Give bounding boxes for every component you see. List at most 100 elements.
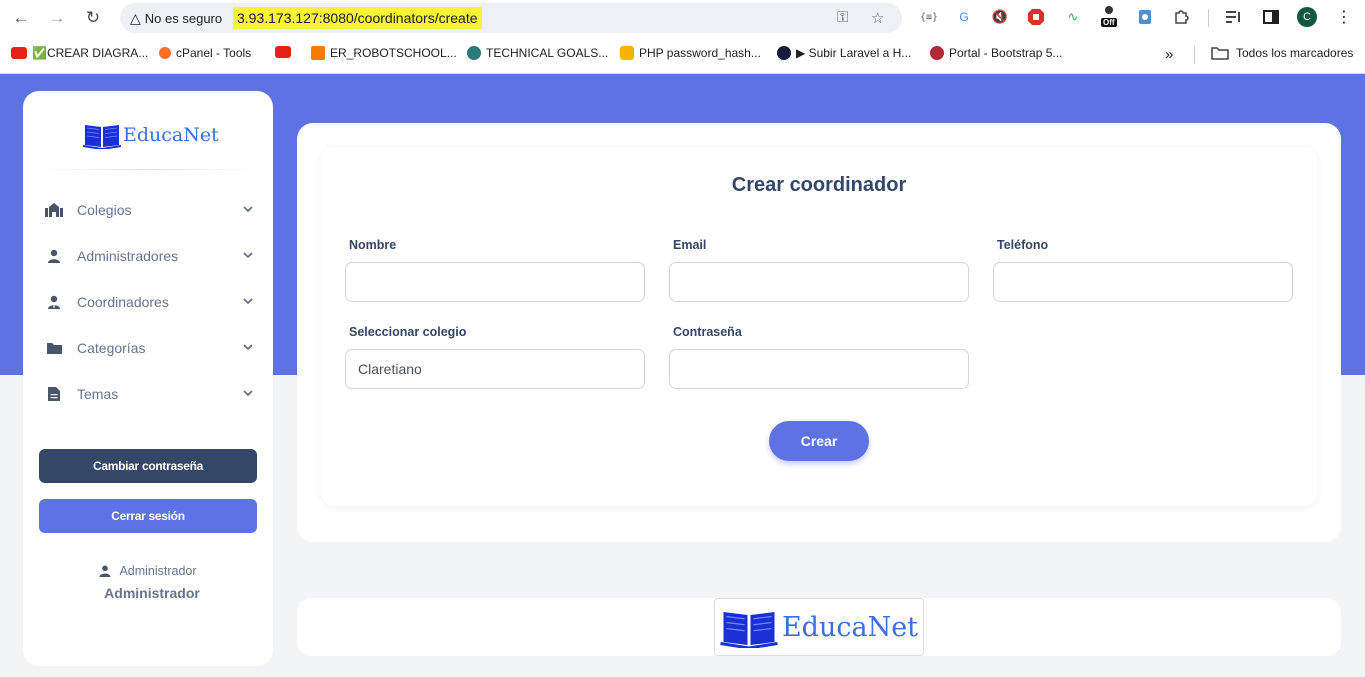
- more-bookmarks-icon[interactable]: »: [1165, 46, 1173, 63]
- password-input[interactable]: [669, 349, 969, 389]
- user-role-label: Administrador: [119, 564, 197, 578]
- open-book-icon: [720, 612, 778, 648]
- name-input[interactable]: [345, 262, 645, 302]
- sidebar-item-label: Administradores: [77, 248, 179, 264]
- folder-icon: [1211, 47, 1229, 60]
- all-bookmarks-label: Todos los marcadores: [1236, 46, 1354, 60]
- chevron-down-icon[interactable]: [241, 340, 255, 354]
- forward-icon[interactable]: →: [45, 6, 69, 30]
- bookmark-4[interactable]: TECHNICAL GOALS...: [467, 46, 608, 60]
- url-text[interactable]: 3.93.173.127:8080/coordinators/create: [233, 7, 482, 29]
- user-tie-icon: [45, 294, 63, 310]
- sidebar-item-label: Coordinadores: [77, 294, 169, 310]
- toolbar-divider: [1208, 9, 1209, 27]
- bookmark-7[interactable]: Portal - Bootstrap 5...: [930, 46, 1062, 60]
- sidebar: EducaNet Colegios Administradores Coordi…: [23, 91, 273, 666]
- reload-icon[interactable]: ↻: [81, 6, 105, 30]
- main-card: Crear coordinador Nombre Email Teléfono …: [297, 123, 1341, 542]
- folder-icon: [45, 340, 63, 356]
- bookmark-label: TECHNICAL GOALS...: [486, 46, 609, 60]
- phone-label: Teléfono: [997, 238, 1049, 252]
- security-indicator[interactable]: △ No es seguro: [130, 10, 222, 27]
- activity-extension-icon[interactable]: ∿: [1062, 6, 1084, 28]
- footer: EducaNet: [297, 598, 1341, 656]
- user-icon: [99, 565, 111, 577]
- back-icon[interactable]: ←: [9, 6, 33, 30]
- page-title: Crear coordinador: [731, 174, 907, 196]
- footer-logo: EducaNet: [714, 598, 924, 656]
- sidepanel-icon[interactable]: [1260, 6, 1282, 28]
- bookmark-3[interactable]: ER_ROBOTSCHOOL...: [311, 46, 457, 60]
- star-icon[interactable]: ☆: [871, 9, 884, 27]
- bookmark-label: cPanel - Tools: [176, 46, 252, 60]
- school-icon: [45, 202, 63, 218]
- warning-icon: △: [130, 10, 141, 26]
- change-password-button[interactable]: Cambiar contraseña: [39, 449, 257, 483]
- user-role: Administrador: [23, 564, 273, 578]
- chevron-down-icon[interactable]: [241, 294, 255, 308]
- bookmark-label: ▶ Subir Laravel a H...: [796, 46, 912, 60]
- cpanel-icon: [159, 47, 171, 59]
- email-label: Email: [673, 238, 707, 252]
- bookmarks-divider: [1194, 46, 1195, 64]
- bookmark-label: ✅CREAR DIAGRA...: [32, 46, 149, 60]
- off-badge: Off: [1101, 18, 1117, 27]
- off-badge-dot: [1105, 6, 1113, 14]
- bookmark-2[interactable]: [275, 46, 296, 58]
- sidebar-item-administradores[interactable]: Administradores: [45, 241, 255, 271]
- footer-brand-name: EducaNet: [781, 611, 919, 643]
- key-icon[interactable]: ⚿: [837, 9, 848, 26]
- chevron-down-icon[interactable]: [241, 202, 255, 216]
- playlist-icon[interactable]: [1223, 6, 1245, 28]
- school-selected-value: Claretiano: [358, 361, 422, 377]
- sidebar-item-colegios[interactable]: Colegios: [45, 195, 255, 225]
- all-bookmarks[interactable]: Todos los marcadores: [1211, 46, 1353, 60]
- brand-logo[interactable]: EducaNet: [83, 121, 219, 149]
- create-button[interactable]: Crear: [769, 421, 869, 461]
- sidebar-item-categorias[interactable]: Categorías: [45, 333, 255, 363]
- json-extension-icon[interactable]: {≡}: [918, 6, 940, 28]
- portal-icon: [930, 46, 944, 60]
- sidebar-item-label: Colegios: [77, 202, 132, 218]
- tab-extension-icon[interactable]: [1134, 6, 1156, 28]
- file-text-icon: [45, 386, 63, 402]
- puzzle-icon[interactable]: [1170, 6, 1192, 28]
- sidebar-item-coordinadores[interactable]: Coordinadores: [45, 287, 255, 317]
- bookmark-5[interactable]: PHP password_hash...: [620, 46, 761, 60]
- stop-extension-icon[interactable]: [1025, 6, 1047, 28]
- open-book-icon: [83, 125, 121, 149]
- youtube-icon: [11, 47, 27, 59]
- lock-icon: [620, 46, 634, 60]
- bookmark-label: ER_ROBOTSCHOOL...: [330, 46, 457, 60]
- password-label: Contraseña: [673, 325, 742, 339]
- user-icon: [45, 248, 63, 264]
- off-extension-icon[interactable]: Off: [1099, 6, 1121, 28]
- sidebar-item-label: Temas: [77, 386, 119, 402]
- logout-button[interactable]: Cerrar sesión: [39, 499, 257, 533]
- mute-icon[interactable]: 🔇: [989, 6, 1011, 28]
- address-bar[interactable]: △ No es seguro 3.93.173.127:8080/coordin…: [120, 3, 902, 33]
- create-coordinator-form: Crear coordinador Nombre Email Teléfono …: [321, 147, 1317, 506]
- sidebar-item-temas[interactable]: Temas: [45, 379, 255, 409]
- email-input[interactable]: [669, 262, 969, 302]
- technical-goals-icon: [467, 46, 481, 60]
- name-label: Nombre: [349, 238, 397, 252]
- youtube-icon: [275, 46, 291, 58]
- phone-input[interactable]: [993, 262, 1293, 302]
- menu-kebab-icon[interactable]: ⋮: [1333, 6, 1355, 28]
- sidebar-item-label: Categorías: [77, 340, 146, 356]
- profile-avatar[interactable]: C: [1297, 7, 1317, 27]
- chevron-down-icon[interactable]: [241, 386, 255, 400]
- bookmark-0[interactable]: ✅CREAR DIAGRA...: [11, 46, 148, 60]
- bookmark-6[interactable]: ▶ Subir Laravel a H...: [777, 46, 911, 60]
- n-icon: [777, 46, 791, 60]
- user-name: Administrador: [104, 585, 200, 601]
- chevron-down-icon[interactable]: [241, 248, 255, 262]
- school-select[interactable]: Claretiano: [345, 349, 645, 389]
- bookmark-label: PHP password_hash...: [639, 46, 761, 60]
- bookmark-1[interactable]: cPanel - Tools: [159, 46, 251, 60]
- brand-name: EducaNet: [123, 124, 219, 146]
- translate-extension-icon[interactable]: G: [953, 6, 975, 28]
- page-content: EducaNet Colegios Administradores Coordi…: [0, 74, 1365, 677]
- bookmark-label: Portal - Bootstrap 5...: [949, 46, 1063, 60]
